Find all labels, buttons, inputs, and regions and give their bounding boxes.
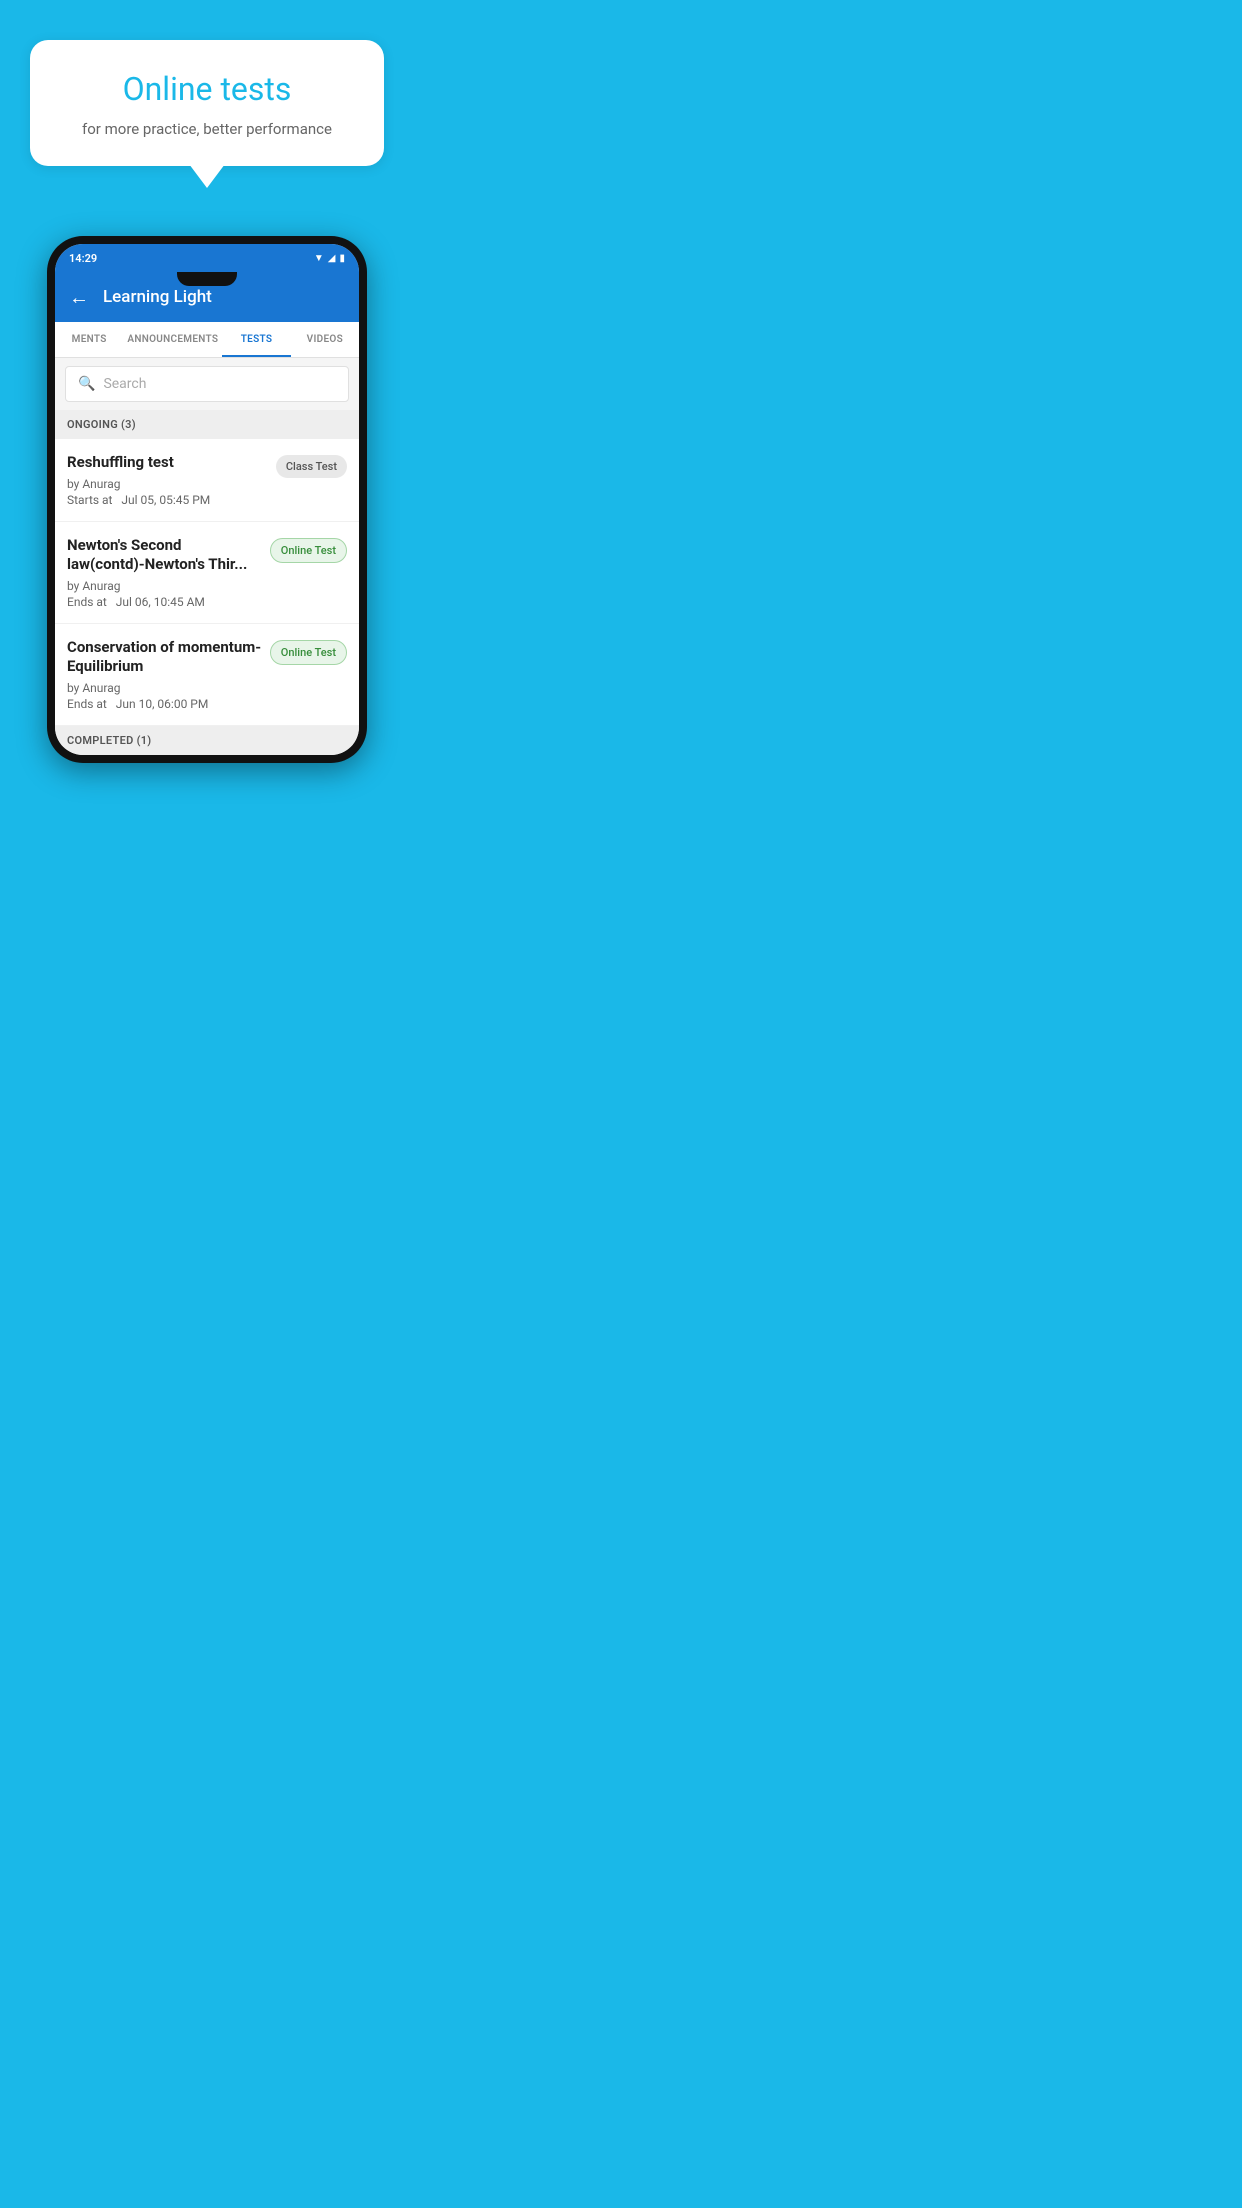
test-info-reshuffling: Reshuffling test by Anurag Starts at Jul… [67,453,268,507]
test-info-conservation: Conservation of momentum-Equilibrium by … [67,638,262,711]
speech-bubble: Online tests for more practice, better p… [30,40,384,166]
test-item-reshuffling[interactable]: Reshuffling test by Anurag Starts at Jul… [55,439,359,522]
ongoing-section-header: ONGOING (3) [55,410,359,439]
search-icon: 🔍 [78,376,95,392]
test-time-reshuffling: Starts at Jul 05, 05:45 PM [67,493,268,507]
tab-videos[interactable]: VIDEOS [291,322,359,357]
tab-announcements[interactable]: ANNOUNCE­MENTS [123,322,222,357]
test-title-reshuffling: Reshuffling test [67,453,268,473]
test-info-newtons: Newton's Second law(contd)-Newton's Thir… [67,536,262,609]
hero-section: Online tests for more practice, better p… [0,0,414,186]
test-badge-reshuffling: Class Test [276,455,347,478]
test-badge-conservation: Online Test [270,640,347,665]
phone-screen: 14:29 ▼ ◢ ▮ ← Learning Light MENTS ANNOU… [55,244,359,755]
test-title-newtons: Newton's Second law(contd)-Newton's Thir… [67,536,262,575]
tab-tests[interactable]: TESTS [222,322,290,357]
wifi-icon: ▼ [314,253,324,264]
status-time: 14:29 [69,252,97,265]
back-button[interactable]: ← [69,285,89,310]
completed-section-header: COMPLETED (1) [55,726,359,755]
tab-ments[interactable]: MENTS [55,322,123,357]
search-placeholder-text: Search [103,376,146,392]
phone-container: 14:29 ▼ ◢ ▮ ← Learning Light MENTS ANNOU… [0,236,414,763]
app-title: Learning Light [103,287,212,307]
tabs-container: MENTS ANNOUNCE­MENTS TESTS VIDEOS [55,322,359,358]
test-item-newtons[interactable]: Newton's Second law(contd)-Newton's Thir… [55,522,359,624]
search-container: 🔍 Search [55,358,359,410]
phone-frame: 14:29 ▼ ◢ ▮ ← Learning Light MENTS ANNOU… [47,236,367,763]
test-title-conservation: Conservation of momentum-Equilibrium [67,638,262,677]
test-time-newtons: Ends at Jul 06, 10:45 AM [67,595,262,609]
test-badge-newtons: Online Test [270,538,347,563]
test-author-conservation: by Anurag [67,681,262,695]
test-time-conservation: Ends at Jun 10, 06:00 PM [67,697,262,711]
test-author-reshuffling: by Anurag [67,477,268,491]
battery-icon: ▮ [339,253,345,264]
test-item-conservation[interactable]: Conservation of momentum-Equilibrium by … [55,624,359,726]
signal-icon: ◢ [328,253,336,264]
bubble-title: Online tests [60,70,354,108]
test-author-newtons: by Anurag [67,579,262,593]
search-input[interactable]: 🔍 Search [65,366,349,402]
bubble-subtitle: for more practice, better performance [60,120,354,138]
status-bar: 14:29 ▼ ◢ ▮ [55,244,359,272]
status-icons: ▼ ◢ ▮ [314,253,345,264]
camera-notch [177,272,237,286]
